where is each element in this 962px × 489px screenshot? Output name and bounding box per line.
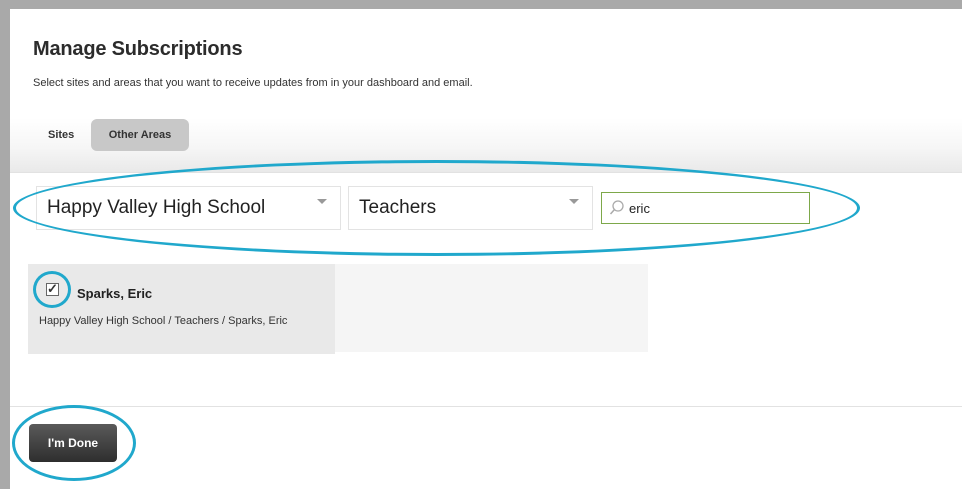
highlight-ring-checkbox: [33, 271, 71, 308]
divider: [10, 406, 962, 407]
result-path: Happy Valley High School / Teachers / Sp…: [39, 315, 288, 327]
page-subtitle: Select sites and areas that you want to …: [33, 77, 473, 89]
tab-other-areas[interactable]: Other Areas: [91, 119, 189, 151]
result-card[interactable]: [28, 264, 335, 354]
window-frame-top: [0, 0, 962, 9]
highlight-ring-done: [12, 405, 136, 481]
tab-sites[interactable]: Sites: [48, 129, 74, 141]
window-frame-left: [0, 0, 10, 489]
page-title: Manage Subscriptions: [33, 38, 243, 60]
result-name: Sparks, Eric: [77, 286, 153, 301]
highlight-ring-filters: [13, 160, 860, 256]
